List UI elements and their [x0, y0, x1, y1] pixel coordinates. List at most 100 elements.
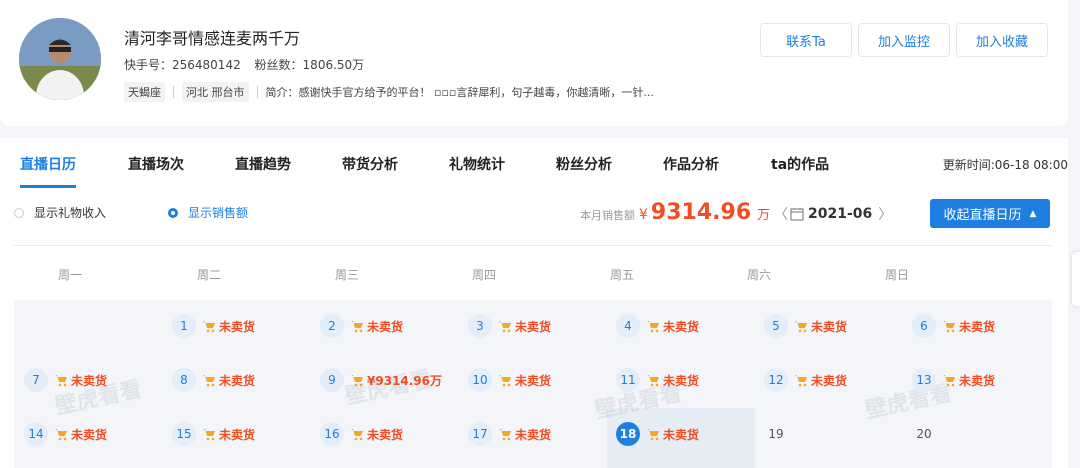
- cart-icon: [943, 375, 955, 387]
- sales-status: 未卖货: [515, 373, 552, 388]
- profile-name: 清河李哥情感连麦两千万: [124, 29, 301, 48]
- monthly-sales-value: 9314.96: [650, 200, 752, 225]
- zodiac-tag: 天蝎座: [124, 82, 165, 102]
- day-number: 17: [468, 422, 492, 446]
- cart-icon: [351, 375, 363, 387]
- profile-card: 清河李哥情感连麦两千万 快手号：256480142 粉丝数：1806.50万 天…: [0, 0, 1068, 126]
- calendar-day[interactable]: 3 未卖货: [468, 306, 551, 346]
- weekday-thu: 周四: [472, 268, 497, 282]
- day-number: 3: [468, 314, 492, 338]
- profile-intro: 简介：感谢快手官方给予的平台！ ▫▫▫言辞犀利，句子越毒，你越清晰，一针...: [265, 86, 654, 99]
- caret-up-icon: ▲: [1029, 208, 1037, 219]
- cart-icon: [203, 321, 215, 333]
- current-month[interactable]: 2021-06: [808, 206, 872, 222]
- day-number: 15: [172, 422, 196, 446]
- calendar-icon[interactable]: [790, 207, 804, 221]
- toggle-sales[interactable]: 显示销售额: [168, 204, 248, 221]
- calendar-day[interactable]: 4 未卖货: [616, 306, 699, 346]
- day-number: 6: [912, 314, 936, 338]
- calendar-day-future: 19: [764, 414, 794, 454]
- calendar-day[interactable]: 15 未卖货: [172, 414, 255, 454]
- day-number: 14: [24, 422, 48, 446]
- sales-status: 未卖货: [663, 427, 700, 442]
- weekday-mon: 周一: [58, 268, 83, 282]
- sales-status: 未卖货: [515, 319, 552, 334]
- sales-status: 未卖货: [219, 373, 256, 388]
- toggle-gift-income-label: 显示礼物收入: [34, 206, 107, 220]
- calendar-day[interactable]: 5 未卖货: [764, 306, 847, 346]
- toggle-gift-income[interactable]: 显示礼物收入: [14, 204, 106, 221]
- calendar-day-today[interactable]: 18 未卖货: [616, 414, 699, 454]
- tab-live-calendar[interactable]: 直播日历: [20, 154, 76, 174]
- profile-stats: 快手号：256480142 粉丝数：1806.50万: [124, 56, 374, 73]
- calendar-day[interactable]: 13 未卖货: [912, 360, 995, 400]
- sales-status: 未卖货: [959, 373, 996, 388]
- sales-status: ¥9314.96万: [367, 373, 443, 388]
- tab-works-analysis[interactable]: 作品分析: [663, 154, 719, 174]
- next-month-icon[interactable]: 〉: [878, 204, 892, 224]
- cart-icon: [55, 375, 67, 387]
- monthly-sales-summary: 本月销售额 ¥ 9314.96 万: [580, 200, 770, 225]
- calendar-day[interactable]: 7 未卖货: [24, 360, 107, 400]
- weekday-tue: 周二: [197, 268, 222, 282]
- sales-status: 未卖货: [663, 373, 700, 388]
- sales-status: 未卖货: [811, 373, 848, 388]
- tab-gift-stats[interactable]: 礼物统计: [449, 154, 505, 174]
- weekday-wed: 周三: [335, 268, 360, 282]
- active-tab-indicator: [20, 185, 76, 188]
- weekday-sat: 周六: [747, 268, 772, 282]
- day-number: 20: [916, 427, 932, 441]
- tab-live-trend[interactable]: 直播趋势: [235, 154, 291, 174]
- calendar-day[interactable]: 11 未卖货: [616, 360, 699, 400]
- radio-icon: [14, 207, 24, 218]
- tab-ta-works[interactable]: ta的作品: [771, 154, 829, 174]
- calendar-day[interactable]: 16 未卖货: [320, 414, 403, 454]
- calendar-day[interactable]: 2 未卖货: [320, 306, 403, 346]
- calendar-day[interactable]: 9 ¥9314.96万: [320, 360, 442, 400]
- day-number: 16: [320, 422, 344, 446]
- calendar-day[interactable]: 14 未卖货: [24, 414, 107, 454]
- calendar-day[interactable]: 6 未卖货: [912, 306, 995, 346]
- cart-icon: [647, 321, 659, 333]
- cart-icon: [647, 429, 659, 441]
- cart-icon: [203, 429, 215, 441]
- add-favorite-button[interactable]: 加入收藏: [956, 23, 1048, 57]
- day-number: 12: [764, 368, 788, 392]
- sales-status: 未卖货: [515, 427, 552, 442]
- cart-icon: [351, 429, 363, 441]
- tab-live-sessions[interactable]: 直播场次: [128, 154, 184, 174]
- calendar-day[interactable]: 12 未卖货: [764, 360, 847, 400]
- cart-icon: [55, 429, 67, 441]
- day-number: 11: [616, 368, 640, 392]
- sales-status: 未卖货: [367, 319, 404, 334]
- divider: [14, 245, 1052, 246]
- day-number: 2: [320, 314, 344, 338]
- weekday-sun: 周日: [885, 268, 910, 282]
- collapse-calendar-label: 收起直播日历: [943, 208, 1022, 223]
- calendar-day[interactable]: 10 未卖货: [468, 360, 551, 400]
- calendar-day[interactable]: 17 未卖货: [468, 414, 551, 454]
- day-number: 8: [172, 368, 196, 392]
- kuaishou-id: 快手号：256480142: [124, 58, 241, 72]
- tab-fans-analysis[interactable]: 粉丝分析: [556, 154, 612, 174]
- divider: [173, 86, 174, 98]
- cart-icon: [499, 321, 511, 333]
- tab-sales-analysis[interactable]: 带货分析: [342, 154, 398, 174]
- cart-icon: [499, 375, 511, 387]
- divider: [256, 86, 258, 98]
- day-number: 9: [320, 368, 344, 392]
- cart-icon: [499, 429, 511, 441]
- day-number: 4: [616, 314, 640, 338]
- sales-status: 未卖货: [367, 427, 404, 442]
- collapse-calendar-button[interactable]: 收起直播日历 ▲: [930, 199, 1050, 228]
- calendar-day[interactable]: 1 未卖货: [172, 306, 255, 346]
- add-monitor-button[interactable]: 加入监控: [858, 23, 950, 57]
- radio-selected-icon: [168, 207, 178, 218]
- cart-icon: [943, 321, 955, 333]
- contact-button[interactable]: 联系Ta: [760, 23, 852, 57]
- prev-month-icon[interactable]: 〈: [774, 204, 788, 224]
- side-drawer-handle[interactable]: [1072, 252, 1080, 306]
- calendar-day[interactable]: 8 未卖货: [172, 360, 255, 400]
- sales-status: 未卖货: [219, 319, 256, 334]
- sales-status: 未卖货: [811, 319, 848, 334]
